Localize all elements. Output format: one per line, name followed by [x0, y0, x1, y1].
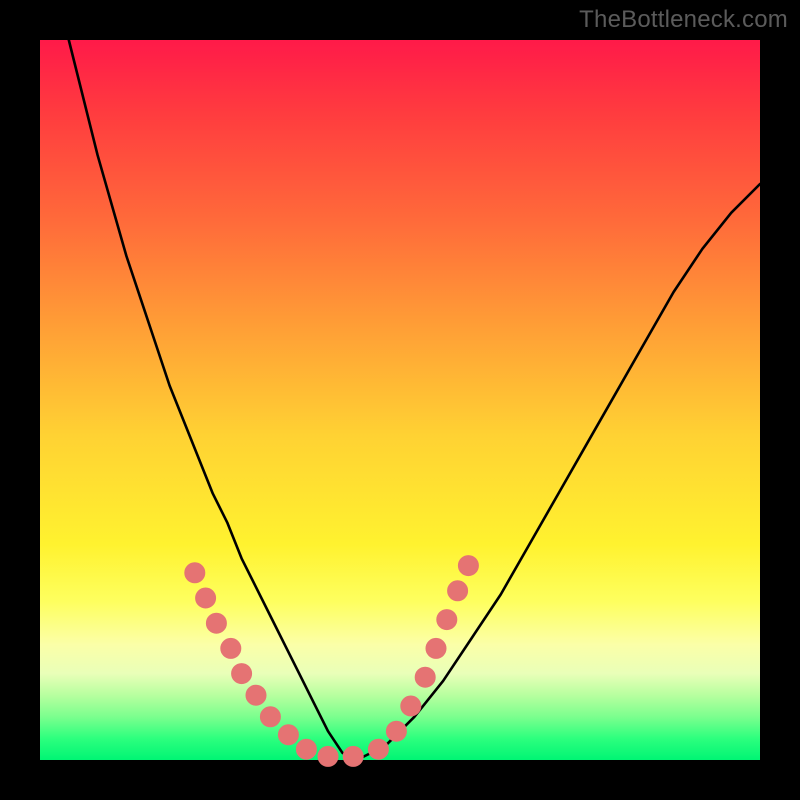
sample-dot [221, 638, 241, 658]
sample-dot [318, 746, 338, 766]
plot-area [40, 40, 760, 760]
sample-dot [437, 610, 457, 630]
sample-dot [448, 581, 468, 601]
sample-dot [196, 588, 216, 608]
sample-dot [260, 707, 280, 727]
sample-dot [185, 563, 205, 583]
sample-dot [232, 664, 252, 684]
sample-dot [426, 638, 446, 658]
watermark-text: TheBottleneck.com [579, 6, 788, 34]
chart-frame: TheBottleneck.com [0, 0, 800, 800]
bottleneck-curve [69, 40, 760, 760]
sample-dot [206, 613, 226, 633]
sample-dot [368, 739, 388, 759]
sample-dot [246, 685, 266, 705]
sample-dot [296, 739, 316, 759]
chart-svg [40, 40, 760, 760]
sample-dot [278, 725, 298, 745]
sample-dot [343, 746, 363, 766]
sample-dot [401, 696, 421, 716]
sample-dot [386, 721, 406, 741]
sample-dot [458, 556, 478, 576]
sample-dot [415, 667, 435, 687]
